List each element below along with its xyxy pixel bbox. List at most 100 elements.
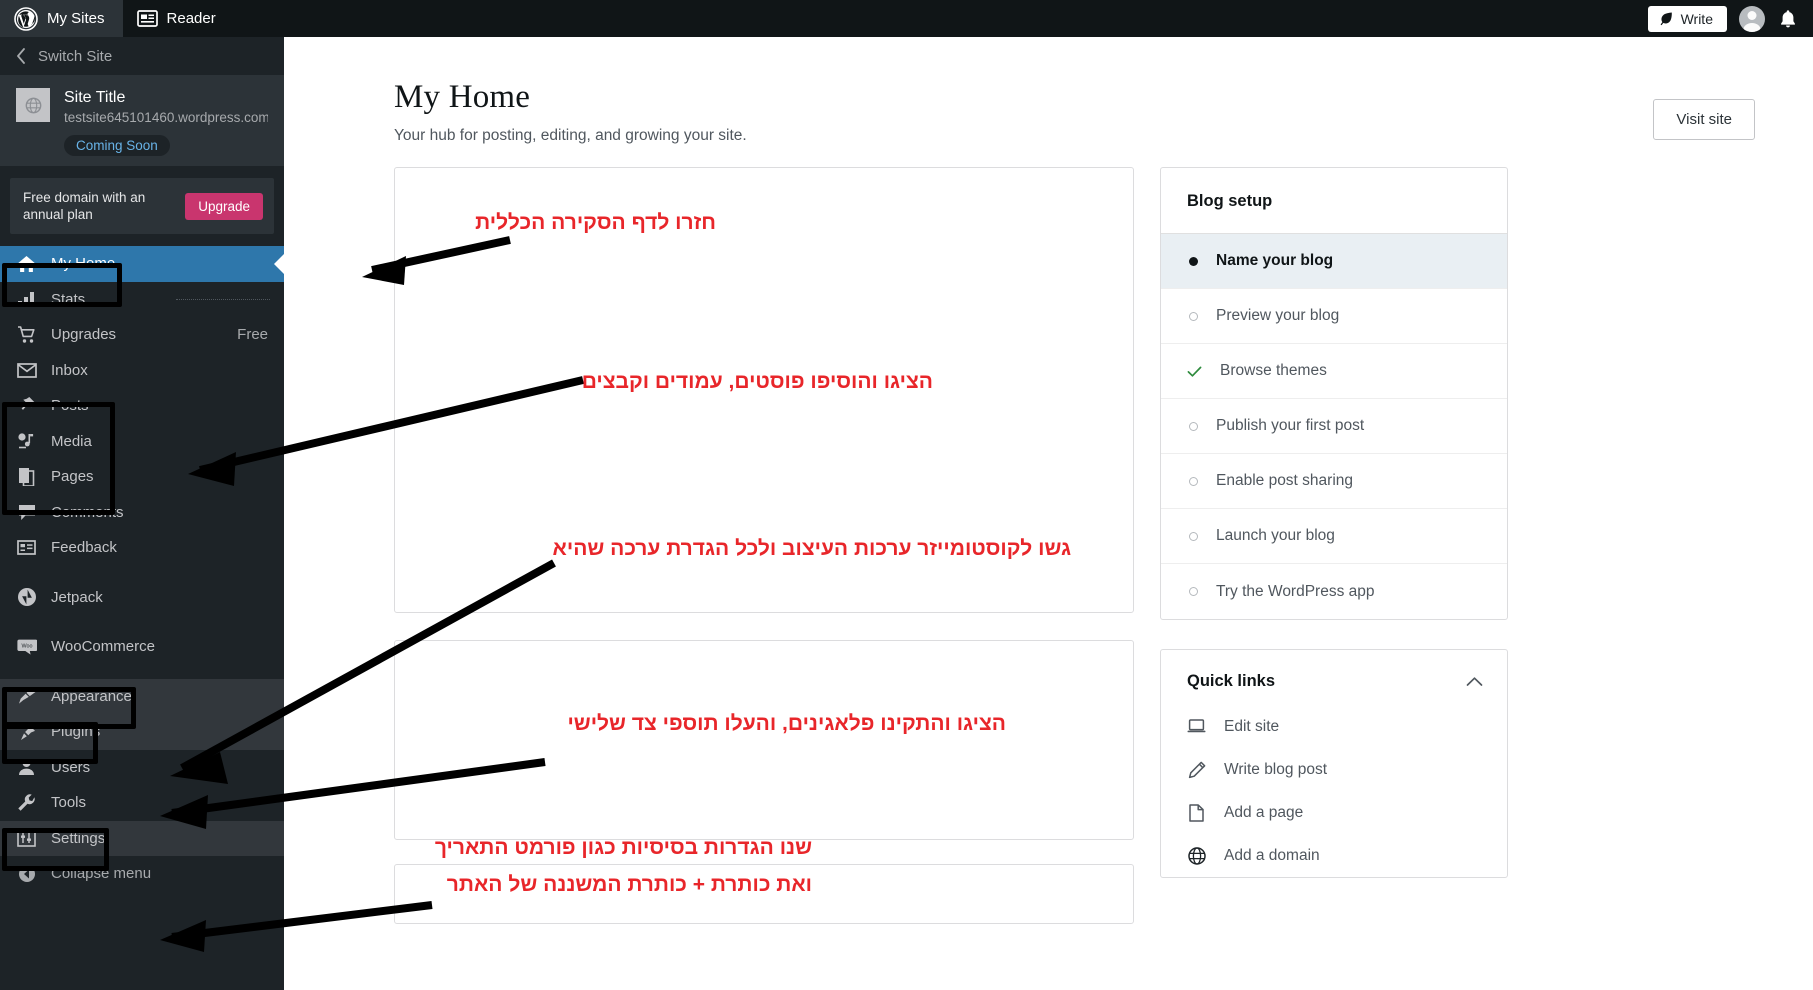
sidebar-item-comments[interactable]: Comments: [0, 495, 284, 531]
switch-site-label: Switch Site: [38, 47, 113, 65]
sidebar-item-label: Comments: [51, 503, 124, 521]
sidebar-item-label: Users: [51, 758, 91, 776]
blog-setup-item-launch-your-blog[interactable]: Launch your blog: [1161, 509, 1507, 564]
masthead-actions: Write: [1647, 0, 1813, 37]
comment-icon: [16, 504, 37, 521]
masthead-tab-my-sites[interactable]: My Sites: [0, 0, 123, 37]
pages-icon: [16, 467, 37, 487]
site-meta: Site Title testsite645101460.wordpress.c…: [64, 88, 268, 156]
left-column: [394, 167, 1134, 924]
notifications-button[interactable]: [1777, 7, 1799, 31]
site-card[interactable]: Site Title testsite645101460.wordpress.c…: [0, 75, 284, 166]
write-button[interactable]: Write: [1647, 5, 1727, 32]
upgrade-banner-text: Free domain with an annual plan: [23, 190, 146, 222]
site-thumbnail: [16, 88, 50, 122]
masthead-reader-label: Reader: [166, 10, 216, 27]
status-badge: Coming Soon: [64, 135, 170, 156]
blog-setup-item-label: Name your blog: [1216, 252, 1334, 269]
sidebar-item-plugins[interactable]: Plugins: [0, 714, 284, 750]
chevron-up-icon[interactable]: [1466, 676, 1483, 687]
bell-icon: [1781, 9, 1795, 27]
sidebar-item-label: Pages: [51, 468, 94, 486]
site-title: Site Title: [64, 89, 126, 106]
blog-setup-item-name-your-blog[interactable]: Name your blog: [1161, 234, 1507, 289]
sliders-icon: [16, 829, 37, 848]
sidebar-item-media[interactable]: Media: [0, 424, 284, 460]
blog-setup-item-try-the-wordpress-app[interactable]: Try the WordPress app: [1161, 564, 1507, 619]
blog-setup-item-preview-your-blog[interactable]: Preview your blog: [1161, 289, 1507, 344]
collapse-menu-label: Collapse menu: [51, 865, 152, 882]
quick-links-title: Quick links: [1187, 672, 1276, 690]
bullet-current-icon: [1189, 256, 1198, 266]
bullet-todo-icon: [1189, 421, 1198, 431]
page-header: My Home Your hub for posting, editing, a…: [284, 37, 1813, 145]
right-column: Blog setup Name your blog Preview your b…: [1160, 167, 1508, 878]
svg-text:Woo: Woo: [21, 643, 32, 649]
masthead-my-sites-label: My Sites: [47, 10, 105, 27]
quick-link-add-a-page[interactable]: Add a page: [1161, 791, 1507, 834]
site-url: testsite645101460.wordpress.com: [64, 110, 268, 125]
bullet-todo-icon: [1189, 531, 1198, 541]
card-tertiary: [394, 864, 1134, 924]
quick-link-edit-site[interactable]: Edit site: [1161, 705, 1507, 748]
main-content: My Home Your hub for posting, editing, a…: [284, 37, 1813, 990]
nav-gap: [0, 615, 284, 629]
nav-gap: [0, 566, 284, 580]
sidebar-item-woocommerce[interactable]: Woo WooCommerce: [0, 629, 284, 665]
nav-gap: [0, 665, 284, 679]
blog-setup-item-publish-your-first-post[interactable]: Publish your first post: [1161, 399, 1507, 454]
switch-site-button[interactable]: Switch Site: [0, 37, 284, 75]
page-title: My Home: [394, 79, 531, 115]
woocommerce-icon: Woo: [16, 638, 37, 656]
sidebar-item-my-home[interactable]: My Home: [0, 246, 284, 282]
sidebar-item-tools[interactable]: Tools: [0, 785, 284, 821]
sidebar-item-label: Settings: [51, 829, 106, 847]
sidebar-item-stats[interactable]: Stats: [0, 282, 284, 318]
blog-setup-item-label: Browse themes: [1220, 362, 1327, 379]
sidebar-item-pages[interactable]: Pages: [0, 459, 284, 495]
masthead-tab-reader[interactable]: Reader: [123, 0, 234, 37]
blog-setup-title: Blog setup: [1187, 192, 1273, 210]
pencil-icon: [1187, 761, 1206, 779]
card-secondary: [394, 640, 1134, 840]
upgrade-button[interactable]: Upgrade: [185, 192, 263, 220]
bullet-todo-icon: [1189, 311, 1198, 321]
page-icon: [1187, 803, 1206, 822]
sidebar-nav: My Home Stats Upgrades Free Inbox Posts …: [0, 244, 284, 891]
avatar[interactable]: [1739, 5, 1765, 32]
sidebar-item-label: Stats: [51, 290, 86, 308]
upgrade-banner: Free domain with an annual plan Upgrade: [10, 178, 274, 234]
sidebar-item-jetpack[interactable]: Jetpack: [0, 580, 284, 616]
sidebar-item-feedback[interactable]: Feedback: [0, 530, 284, 566]
blog-setup-item-label: Try the WordPress app: [1216, 582, 1375, 600]
plug-icon: [16, 723, 37, 741]
sidebar-item-posts[interactable]: Posts: [0, 388, 284, 424]
quick-link-add-a-domain[interactable]: Add a domain: [1161, 834, 1507, 877]
brush-icon: [16, 687, 37, 705]
collapse-menu-button[interactable]: Collapse menu: [0, 856, 284, 891]
pin-icon: [16, 396, 37, 415]
quick-links-header: Quick links: [1161, 650, 1507, 705]
divider: [176, 298, 270, 300]
blog-setup-item-label: Publish your first post: [1216, 417, 1365, 434]
sidebar-item-inbox[interactable]: Inbox: [0, 353, 284, 389]
sidebar-item-upgrades[interactable]: Upgrades Free: [0, 317, 284, 353]
quick-links-panel: Quick links Edit site Write blog post Ad…: [1160, 649, 1508, 878]
blog-setup-list: Name your blog Preview your blog Browse …: [1161, 233, 1507, 619]
visit-site-button[interactable]: Visit site: [1653, 99, 1755, 140]
sidebar-item-label: Media: [51, 432, 92, 450]
bullet-todo-icon: [1189, 476, 1198, 486]
check-icon: [1187, 366, 1202, 377]
sidebar-item-appearance[interactable]: Appearance: [0, 678, 284, 714]
blog-setup-item-enable-post-sharing[interactable]: Enable post sharing: [1161, 454, 1507, 509]
collapse-icon: [16, 865, 37, 883]
quick-link-write-blog-post[interactable]: Write blog post: [1161, 748, 1507, 791]
sidebar-item-settings[interactable]: Settings: [0, 820, 284, 856]
laptop-icon: [1187, 719, 1206, 734]
quick-link-label: Write blog post: [1224, 760, 1328, 778]
sidebar: Switch Site Site Title testsite645101460…: [0, 37, 284, 990]
sidebar-item-label: Inbox: [51, 361, 88, 379]
chevron-left-icon: [17, 48, 25, 64]
blog-setup-item-browse-themes[interactable]: Browse themes: [1161, 344, 1507, 399]
sidebar-item-users[interactable]: Users: [0, 750, 284, 786]
